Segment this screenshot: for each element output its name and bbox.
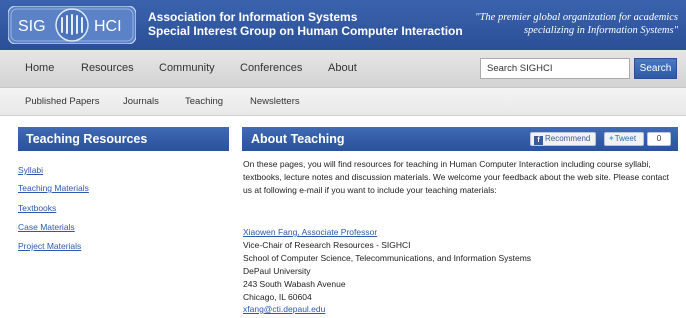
subnav-published-papers[interactable]: Published Papers <box>25 96 99 107</box>
tweet-button[interactable]: ✦Tweet <box>604 132 644 146</box>
subnav-newsletters[interactable]: Newsletters <box>250 96 300 107</box>
facebook-recommend-button[interactable]: f Recommend <box>530 132 596 146</box>
tagline: "The premier global organization for aca… <box>448 11 678 37</box>
org-title-line1: Association for Information Systems <box>148 10 358 24</box>
contact-school: School of Computer Science, Telecommunic… <box>243 253 532 263</box>
page-title: About Teaching <box>251 132 345 146</box>
nav-resources[interactable]: Resources <box>81 62 134 74</box>
twitter-bird-icon: ✦ <box>608 134 615 143</box>
main-header: About Teaching f Recommend ✦Tweet 0 <box>242 127 678 151</box>
contact-street: 243 South Wabash Avenue <box>243 279 346 289</box>
header-banner: SIG HCI Association for Information Syst… <box>0 0 686 50</box>
sidebar-link-textbooks[interactable]: Textbooks <box>18 203 56 213</box>
sidebar-title: Teaching Resources <box>18 127 229 151</box>
tweet-label: Tweet <box>614 134 637 143</box>
sidebar-link-project-materials[interactable]: Project Materials <box>18 241 81 251</box>
recommend-label: Recommend <box>545 134 591 143</box>
intro-paragraph: On these pages, you will find resources … <box>243 159 670 195</box>
contact-name-link[interactable]: Xiaowen Fang, Associate Professor <box>243 227 377 237</box>
sidebar-link-teaching-materials[interactable]: Teaching Materials <box>18 183 89 193</box>
tweet-count: 0 <box>647 132 671 146</box>
sidebar-link-case-materials[interactable]: Case Materials <box>18 222 75 232</box>
org-title: Association for Information Systems Spec… <box>148 10 463 38</box>
contact-university: DePaul University <box>243 266 311 276</box>
search-input[interactable]: Search SIGHCI <box>480 58 630 79</box>
sidebar-link-syllabi[interactable]: Syllabi <box>18 165 43 175</box>
contact-email-link[interactable]: xfang@cti.depaul.edu <box>243 304 325 314</box>
tagline-line2: specializing in Information Systems" <box>523 25 678 36</box>
org-title-line2: Special Interest Group on Human Computer… <box>148 24 463 38</box>
sub-nav: Published Papers Journals Teaching Newsl… <box>0 88 686 116</box>
nav-community[interactable]: Community <box>159 62 215 74</box>
search-button[interactable]: Search <box>634 58 677 79</box>
nav-home[interactable]: Home <box>25 62 54 74</box>
nav-about[interactable]: About <box>328 62 357 74</box>
contact-city: Chicago, IL 60604 <box>243 292 312 302</box>
subnav-teaching[interactable]: Teaching <box>185 96 223 107</box>
facebook-icon: f <box>534 136 543 145</box>
logo-text-hci: HCI <box>94 18 122 35</box>
contact-role: Vice-Chair of Research Resources - SIGHC… <box>243 240 411 250</box>
sighci-logo[interactable]: SIG HCI <box>8 6 136 44</box>
logo-text-sig: SIG <box>18 18 46 35</box>
nav-conferences[interactable]: Conferences <box>240 62 302 74</box>
subnav-journals[interactable]: Journals <box>123 96 159 107</box>
tagline-line1: "The premier global organization for aca… <box>475 12 678 23</box>
